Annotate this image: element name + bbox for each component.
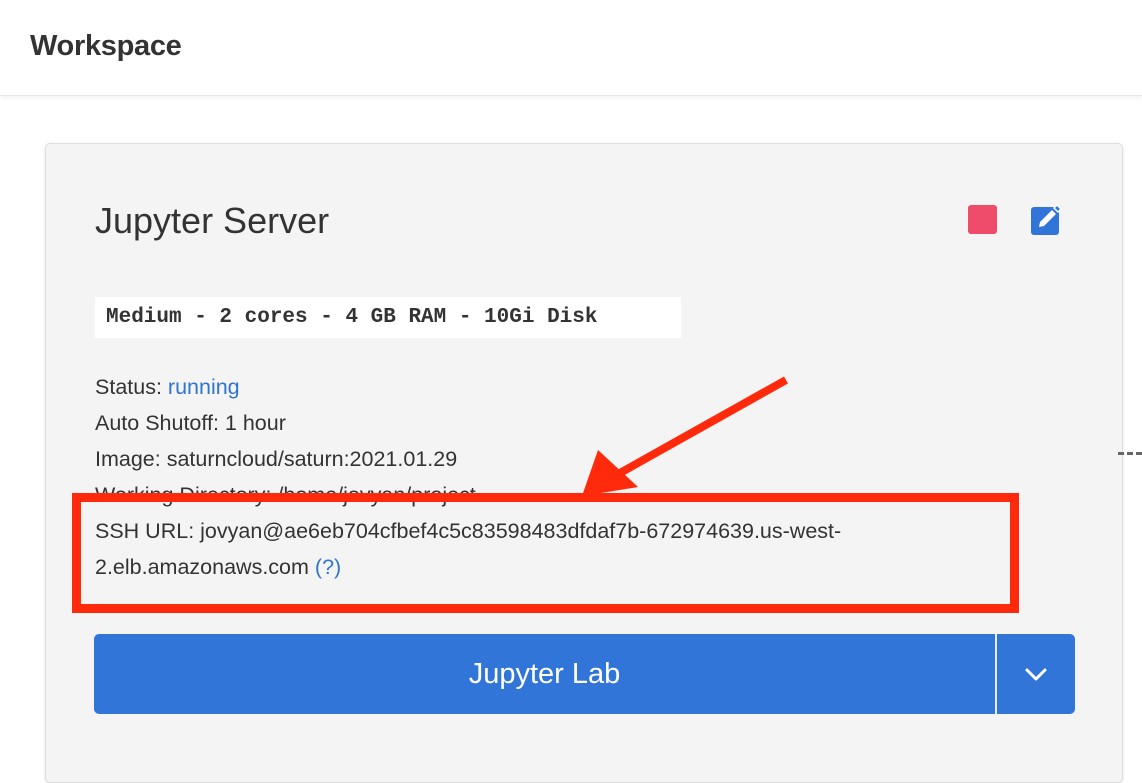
stop-button[interactable] [968, 205, 997, 234]
edit-button[interactable] [1031, 203, 1063, 236]
status-value[interactable]: running [168, 375, 240, 399]
jupyter-lab-button[interactable]: Jupyter Lab [94, 634, 1075, 714]
edit-pencil-icon [1031, 203, 1063, 235]
page-title: Workspace [30, 30, 182, 62]
jupyter-server-card: Jupyter Server Medium - 2 cores - 4 GB R… [45, 143, 1123, 783]
top-bar: Workspace [0, 0, 1142, 96]
status-label: Status: [95, 375, 162, 399]
side-dash-divider [1118, 452, 1142, 455]
image-line: Image: saturncloud/saturn:2021.01.29 [95, 447, 458, 471]
jupyter-lab-label: Jupyter Lab [468, 658, 621, 690]
annotation-highlight-box [72, 493, 1019, 613]
jupyter-dropdown-toggle[interactable] [997, 634, 1075, 714]
chevron-down-icon [1025, 668, 1047, 681]
status-line: Status: running [95, 375, 240, 400]
size-badge: Medium - 2 cores - 4 GB RAM - 10Gi Disk [95, 297, 681, 338]
card-title: Jupyter Server [95, 200, 330, 241]
auto-shutoff-line: Auto Shutoff: 1 hour [95, 411, 286, 435]
